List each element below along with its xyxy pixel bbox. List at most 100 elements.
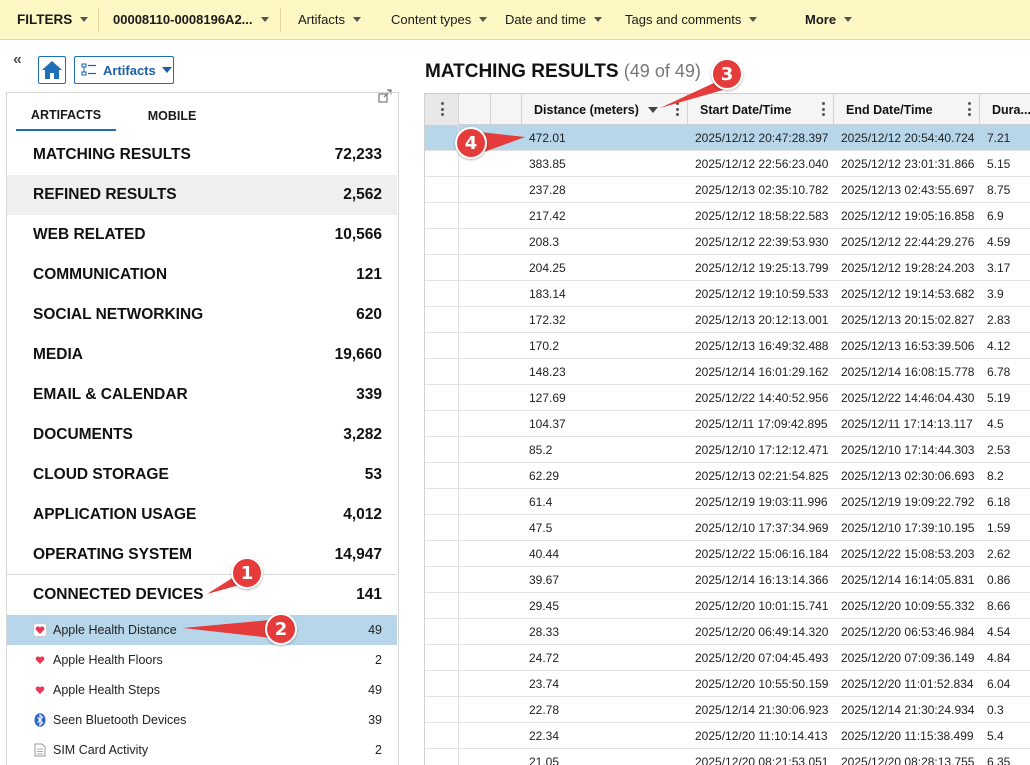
row-selector-cell bbox=[425, 437, 459, 462]
table-row[interactable]: 39.67 2025/12/14 16:13:14.366 2025/12/14 1… bbox=[425, 567, 1030, 593]
tab-artifacts[interactable]: ARTIFACTS bbox=[16, 101, 116, 131]
kebab-menu-icon[interactable] bbox=[967, 102, 971, 116]
column-header-distance[interactable]: Distance (meters) bbox=[522, 94, 688, 125]
end-time-cell: 2025/12/20 07:09:36.149 bbox=[841, 650, 975, 665]
table-row[interactable]: 204.25 2025/12/12 19:25:13.799 2025/12/12 … bbox=[425, 255, 1030, 281]
row-selector-cell bbox=[425, 515, 459, 540]
start-time-cell: 2025/12/12 18:58:22.583 bbox=[695, 208, 829, 223]
sort-descending-icon[interactable] bbox=[648, 107, 658, 113]
table-row[interactable]: 22.78 2025/12/14 21:30:06.923 2025/12/14 2… bbox=[425, 697, 1030, 723]
subitem-label: Apple Health Distance bbox=[53, 623, 177, 637]
category-connected-devices[interactable]: CONNECTED DEVICES 141 bbox=[7, 574, 397, 614]
category-label: EMAIL & CALENDAR bbox=[33, 386, 188, 403]
category-label: CONNECTED DEVICES bbox=[33, 585, 204, 603]
table-row[interactable]: 85.2 2025/12/10 17:12:12.471 2025/12/10 17… bbox=[425, 437, 1030, 463]
row-selector-cell bbox=[425, 619, 459, 644]
tags-comments-filter[interactable]: Tags and comments bbox=[625, 0, 758, 40]
column-header-duration[interactable]: Dura... bbox=[980, 94, 1030, 125]
table-row[interactable]: 23.74 2025/12/20 10:55:50.159 2025/12/20 1… bbox=[425, 671, 1030, 697]
subitem-apple-health-distance[interactable]: Apple Health Distance 49 bbox=[7, 615, 397, 645]
table-row[interactable]: 183.14 2025/12/12 19:10:59.533 2025/12/12 … bbox=[425, 281, 1030, 307]
table-row[interactable]: 208.3 2025/12/12 22:39:53.930 2025/12/12 2… bbox=[425, 229, 1030, 255]
end-time-cell: 2025/12/20 06:53:46.984 bbox=[841, 624, 975, 639]
row-selector-cell bbox=[425, 489, 459, 514]
row-selector-cell bbox=[425, 697, 459, 722]
subitem-apple-health-floors[interactable]: Apple Health Floors 2 bbox=[7, 645, 397, 675]
subitem-apple-health-steps[interactable]: Apple Health Steps 49 bbox=[7, 675, 397, 705]
end-time-cell: 2025/12/13 02:30:06.693 bbox=[841, 468, 975, 483]
table-row[interactable]: 28.33 2025/12/20 06:49:14.320 2025/12/20 0… bbox=[425, 619, 1030, 645]
table-row[interactable]: 172.32 2025/12/13 20:12:13.001 2025/12/13 … bbox=[425, 307, 1030, 333]
row-selector-cell bbox=[425, 255, 459, 280]
category-communication[interactable]: COMMUNICATION 121 bbox=[7, 255, 397, 295]
content-types-filter[interactable]: Content types bbox=[391, 0, 488, 40]
start-time-cell: 2025/12/19 19:03:11.996 bbox=[695, 494, 828, 509]
table-row[interactable]: 47.5 2025/12/10 17:37:34.969 2025/12/10 17… bbox=[425, 515, 1030, 541]
artifacts-filter[interactable]: Artifacts bbox=[298, 0, 361, 40]
table-row[interactable]: 170.2 2025/12/13 16:49:32.488 2025/12/13 1… bbox=[425, 333, 1030, 359]
column-chooser-button[interactable] bbox=[425, 94, 459, 125]
table-row[interactable]: 22.34 2025/12/20 11:10:14.413 2025/12/20 1… bbox=[425, 723, 1030, 749]
duration-cell: 3.17 bbox=[987, 260, 1011, 275]
artifacts-view-dropdown[interactable]: Artifacts bbox=[74, 56, 174, 84]
category-cloud-storage[interactable]: CLOUD STORAGE 53 bbox=[7, 455, 397, 495]
filters-menu[interactable]: FILTERS bbox=[17, 0, 89, 40]
duration-cell: 5.19 bbox=[987, 390, 1011, 405]
duration-cell: 2.62 bbox=[987, 546, 1011, 561]
home-button[interactable] bbox=[38, 56, 66, 84]
category-media[interactable]: MEDIA 19,660 bbox=[7, 335, 397, 375]
kebab-menu-icon[interactable] bbox=[821, 102, 825, 116]
row-selector-cell bbox=[425, 177, 459, 202]
table-row[interactable]: 148.23 2025/12/14 16:01:29.162 2025/12/14 … bbox=[425, 359, 1030, 385]
category-matching-results[interactable]: MATCHING RESULTS 72,233 bbox=[7, 135, 397, 175]
case-selector[interactable]: 00008110-0008196A2... bbox=[113, 0, 269, 40]
distance-cell: 472.01 bbox=[529, 130, 566, 145]
subitem-count: 49 bbox=[368, 623, 382, 637]
collapse-panel-icon[interactable]: « bbox=[13, 51, 22, 69]
category-application-usage[interactable]: APPLICATION USAGE 4,012 bbox=[7, 495, 397, 535]
callout-marker: 4 bbox=[455, 127, 487, 159]
kebab-menu-icon[interactable] bbox=[675, 102, 679, 116]
artifacts-filter-label: Artifacts bbox=[298, 12, 345, 27]
subitem-seen-bluetooth-devices[interactable]: Seen Bluetooth Devices 39 bbox=[7, 705, 397, 735]
start-time-cell: 2025/12/12 22:56:23.040 bbox=[695, 156, 829, 171]
table-row[interactable]: 104.37 2025/12/11 17:09:42.895 2025/12/11 … bbox=[425, 411, 1030, 437]
category-email-calendar[interactable]: EMAIL & CALENDAR 339 bbox=[7, 375, 397, 415]
table-row[interactable]: 383.85 2025/12/12 22:56:23.040 2025/12/12 … bbox=[425, 151, 1030, 177]
category-web-related[interactable]: WEB RELATED 10,566 bbox=[7, 215, 397, 255]
subitem-sim-card-activity[interactable]: SIM Card Activity 2 bbox=[7, 735, 397, 765]
category-refined-results[interactable]: REFINED RESULTS 2,562 bbox=[7, 175, 397, 215]
column-header-end[interactable]: End Date/Time bbox=[834, 94, 980, 125]
category-count: 10,566 bbox=[334, 226, 382, 243]
tab-mobile[interactable]: MOBILE bbox=[116, 101, 228, 131]
date-time-filter[interactable]: Date and time bbox=[505, 0, 602, 40]
category-social-networking[interactable]: SOCIAL NETWORKING 620 bbox=[7, 295, 397, 335]
table-row[interactable]: 21.05 2025/12/20 08:21:53.051 2025/12/20 0… bbox=[425, 749, 1030, 765]
table-row[interactable]: 29.45 2025/12/20 10:01:15.741 2025/12/20 1… bbox=[425, 593, 1030, 619]
category-operating-system[interactable]: OPERATING SYSTEM 14,947 bbox=[7, 535, 397, 575]
column-header-empty[interactable] bbox=[491, 94, 522, 125]
filter-bar: FILTERS 00008110-0008196A2... Artifacts … bbox=[0, 0, 1030, 40]
grid-header: Distance (meters) Start Date/Time End Da… bbox=[425, 93, 1030, 125]
table-row[interactable]: 24.72 2025/12/20 07:04:45.493 2025/12/20 0… bbox=[425, 645, 1030, 671]
table-row[interactable]: 61.4 2025/12/19 19:03:11.996 2025/12/19 19… bbox=[425, 489, 1030, 515]
category-count: 2,562 bbox=[343, 186, 382, 203]
category-documents[interactable]: DOCUMENTS 3,282 bbox=[7, 415, 397, 455]
subitem-label-group: Apple Health Steps bbox=[33, 683, 160, 697]
table-row[interactable]: 472.01 2025/12/12 20:47:28.397 2025/12/12 … bbox=[425, 125, 1030, 151]
category-label: SOCIAL NETWORKING bbox=[33, 306, 204, 323]
more-filters-menu[interactable]: More bbox=[805, 0, 853, 40]
column-header-empty[interactable] bbox=[459, 94, 491, 125]
end-time-cell: 2025/12/20 08:28:13.755 bbox=[841, 754, 975, 765]
table-row[interactable]: 237.28 2025/12/13 02:35:10.782 2025/12/13 … bbox=[425, 177, 1030, 203]
row-selector-cell bbox=[425, 151, 459, 176]
end-time-cell: 2025/12/12 20:54:40.724 bbox=[841, 130, 975, 145]
table-row[interactable]: 40.44 2025/12/22 15:06:16.184 2025/12/22 1… bbox=[425, 541, 1030, 567]
column-header-start[interactable]: Start Date/Time bbox=[688, 94, 834, 125]
table-row[interactable]: 217.42 2025/12/12 18:58:22.583 2025/12/12 … bbox=[425, 203, 1030, 229]
end-time-cell: 2025/12/10 17:39:10.195 bbox=[841, 520, 975, 535]
home-icon bbox=[42, 61, 62, 79]
table-row[interactable]: 127.69 2025/12/22 14:40:52.956 2025/12/22 … bbox=[425, 385, 1030, 411]
table-row[interactable]: 62.29 2025/12/13 02:21:54.825 2025/12/13 0… bbox=[425, 463, 1030, 489]
category-count: 121 bbox=[356, 266, 382, 283]
